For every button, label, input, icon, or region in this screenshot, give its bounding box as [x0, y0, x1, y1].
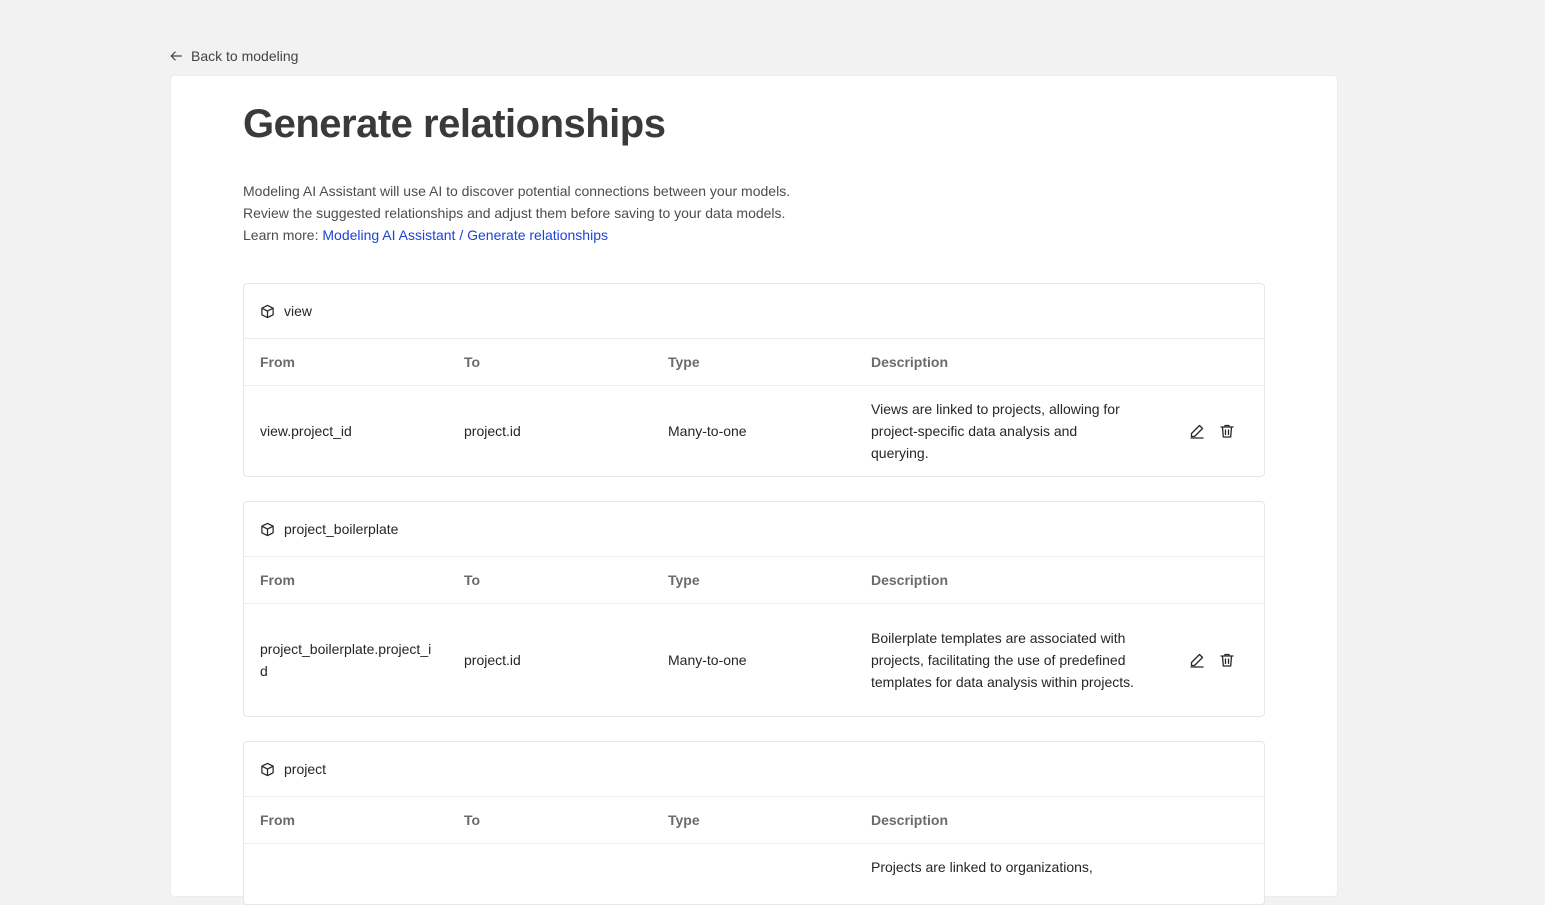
cell-from: view.project_id [260, 423, 352, 439]
cube-icon [261, 762, 274, 776]
column-type: Type [668, 812, 700, 828]
edit-button[interactable] [1189, 652, 1205, 668]
column-from: From [260, 812, 295, 828]
group-header: view [244, 284, 1264, 339]
cube-icon [261, 522, 274, 536]
cell-to: project.id [464, 423, 521, 439]
relationship-group-project-boilerplate: project_boilerplate From To Type Descrip… [243, 501, 1265, 717]
table-header: From To Type Description [244, 557, 1264, 604]
cell-type: Many-to-one [668, 652, 747, 668]
table-header: From To Type Description [244, 797, 1264, 844]
column-description: Description [871, 572, 949, 588]
column-to: To [464, 812, 481, 828]
delete-icon [1220, 653, 1234, 667]
description-line: Modeling AI Assistant will use AI to dis… [243, 183, 791, 199]
relationship-group-project: project From To Type Description Project… [243, 741, 1265, 905]
cell-description: Views are linked to projects, allowing f… [871, 401, 1120, 461]
page-title: Generate relationships [243, 102, 666, 146]
arrow-left-icon [170, 51, 182, 61]
page-description: Modeling AI Assistant will use AI to dis… [243, 180, 1043, 246]
delete-icon [1220, 424, 1234, 438]
description-line: Review the suggested relationships and a… [243, 205, 786, 221]
edit-icon [1190, 653, 1204, 668]
group-name: view [284, 303, 313, 319]
learn-more-link[interactable]: Modeling AI Assistant / Generate relatio… [322, 227, 608, 243]
row-actions [1155, 652, 1235, 668]
delete-button[interactable] [1219, 652, 1235, 668]
row-actions [1155, 423, 1235, 439]
learn-more-prefix: Learn more: [243, 227, 323, 243]
table-row: Projects are linked to organizations, [244, 844, 1264, 904]
cell-description: Projects are linked to organizations, [871, 859, 1093, 875]
column-from: From [260, 572, 295, 588]
column-type: Type [668, 572, 700, 588]
column-description: Description [871, 812, 949, 828]
group-header: project_boilerplate [244, 502, 1264, 557]
relationship-group-view: view From To Type Description view.proje… [243, 283, 1265, 477]
edit-icon [1190, 424, 1204, 439]
column-to: To [464, 572, 481, 588]
group-header: project [244, 742, 1264, 797]
edit-button[interactable] [1189, 423, 1205, 439]
column-type: Type [668, 354, 700, 370]
cube-icon [261, 304, 274, 318]
table-header: From To Type Description [244, 339, 1264, 386]
delete-button[interactable] [1219, 423, 1235, 439]
column-to: To [464, 354, 481, 370]
group-name: project_boilerplate [284, 521, 399, 537]
cell-type: Many-to-one [668, 423, 747, 439]
column-from: From [260, 354, 295, 370]
column-description: Description [871, 354, 949, 370]
cell-to: project.id [464, 652, 521, 668]
main-card: Generate relationships Modeling AI Assis… [170, 75, 1338, 905]
table-row: view.project_id project.id Many-to-one V… [244, 386, 1264, 476]
cell-description: Boilerplate templates are associated wit… [871, 630, 1135, 690]
table-row: project_boilerplate.project_id project.i… [244, 604, 1264, 716]
back-link-label: Back to modeling [191, 48, 299, 64]
cell-from: project_boilerplate.project_id [260, 641, 432, 679]
group-name: project [284, 761, 327, 777]
back-to-modeling-link[interactable]: Back to modeling [169, 48, 298, 64]
